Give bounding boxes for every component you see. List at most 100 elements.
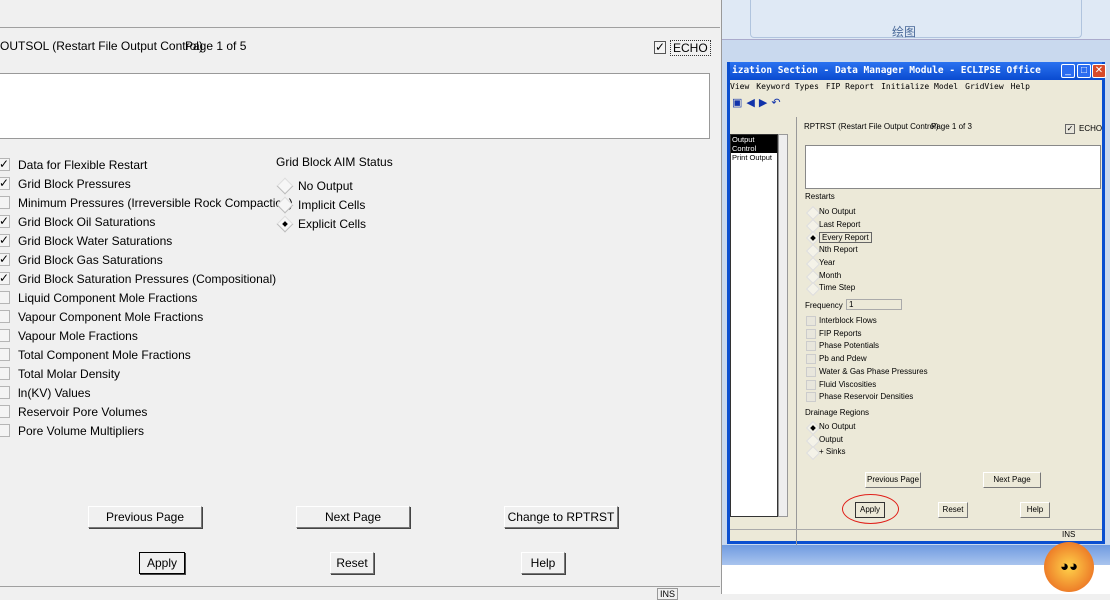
option-label[interactable]: Total Component Mole Fractions	[18, 348, 191, 362]
option-checkbox[interactable]: ✓	[0, 215, 10, 228]
menu-item[interactable]: Initialize Model	[881, 82, 958, 91]
option-checkbox[interactable]	[0, 367, 10, 380]
rptrst-reset-button[interactable]: Reset	[938, 502, 968, 518]
rptrst-check-label[interactable]: Phase Potentials	[819, 341, 879, 350]
option-label[interactable]: Vapour Mole Fractions	[18, 329, 138, 343]
option-label[interactable]: Reservoir Pore Volumes	[18, 405, 147, 419]
echo-label[interactable]: ECHO	[670, 40, 711, 56]
help-button[interactable]: Help	[521, 552, 565, 574]
rptrst-checkbox[interactable]	[806, 379, 816, 390]
comment-textarea[interactable]	[0, 73, 710, 139]
aim-radio[interactable]	[276, 177, 294, 195]
rptrst-next-page-button[interactable]: Next Page	[983, 472, 1041, 488]
option-label[interactable]: Grid Block Gas Saturations	[18, 253, 163, 267]
rptrst-echo-checkbox[interactable]: ✓	[1065, 124, 1075, 134]
frequency-input[interactable]: 1	[846, 299, 902, 310]
aim-option-label[interactable]: Implicit Cells	[298, 198, 365, 212]
option-checkbox[interactable]	[0, 348, 10, 361]
rptrst-check-label[interactable]: Interblock Flows	[819, 316, 877, 325]
aim-option-label[interactable]: No Output	[298, 179, 353, 193]
restart-option-label[interactable]: Last Report	[819, 220, 860, 229]
restart-option-label[interactable]: No Output	[819, 207, 855, 216]
menu-item[interactable]: Keyword Types	[756, 82, 819, 91]
next-page-button[interactable]: Next Page	[296, 506, 410, 528]
rptrst-help-button[interactable]: Help	[1020, 502, 1050, 518]
restart-option-label[interactable]: Month	[819, 271, 841, 280]
drainage-option-label[interactable]: No Output	[819, 422, 855, 431]
change-to-rptrst-button[interactable]: Change to RPTRST	[504, 506, 618, 528]
rptrst-check-label[interactable]: Pb and Pdew	[819, 354, 867, 363]
rptrst-check-label[interactable]: FIP Reports	[819, 329, 862, 338]
rptrst-checkbox[interactable]	[806, 341, 816, 352]
menu-item[interactable]: FIP Report	[826, 82, 874, 91]
option-label[interactable]: Minimum Pressures (Irreversible Rock Com…	[18, 196, 293, 210]
option-label[interactable]: Data for Flexible Restart	[18, 158, 147, 172]
option-label[interactable]: Pore Volume Multipliers	[18, 424, 144, 438]
option-label[interactable]: Grid Block Water Saturations	[18, 234, 172, 248]
restart-option-label[interactable]: Year	[819, 258, 835, 267]
option-label[interactable]: Grid Block Pressures	[18, 177, 131, 191]
maximize-button[interactable]: □	[1077, 64, 1091, 78]
tree-scrollbar[interactable]	[778, 134, 788, 517]
restart-option-label[interactable]: Every Report	[819, 232, 872, 244]
rptrst-check-label[interactable]: Fluid Viscosities	[819, 380, 876, 389]
option-checkbox[interactable]	[0, 329, 10, 342]
apply-button[interactable]: Apply	[139, 552, 185, 574]
option-checkbox[interactable]	[0, 291, 10, 304]
echo-checkbox[interactable]: ✓	[654, 41, 666, 54]
option-checkbox[interactable]	[0, 196, 10, 209]
drainage-radio[interactable]	[805, 446, 821, 461]
option-checkbox[interactable]	[0, 310, 10, 323]
menu-item[interactable]: Help	[1011, 82, 1030, 91]
restart-radio[interactable]	[805, 256, 821, 271]
option-label[interactable]: Grid Block Oil Saturations	[18, 215, 155, 229]
monitor-icon[interactable]: ▣	[732, 97, 746, 109]
drainage-option-label[interactable]: + Sinks	[819, 447, 845, 456]
forward-arrow-icon[interactable]: ▶	[759, 97, 771, 109]
option-checkbox[interactable]: ✓	[0, 234, 10, 247]
undo-icon[interactable]: ↶	[771, 97, 784, 109]
rptrst-comment[interactable]	[805, 145, 1101, 189]
ribbon: 绘图	[722, 0, 1110, 40]
option-label[interactable]: ln(KV) Values	[18, 386, 90, 400]
aim-option-label[interactable]: Explicit Cells	[298, 217, 366, 231]
option-checkbox[interactable]	[0, 405, 10, 418]
aim-radio[interactable]	[276, 215, 294, 233]
option-checkbox[interactable]	[0, 386, 10, 399]
previous-page-button[interactable]: Previous Page	[88, 506, 202, 528]
option-checkbox[interactable]: ✓	[0, 272, 10, 285]
page-indicator: Page 1 of 5	[185, 39, 247, 53]
option-label[interactable]: Vapour Component Mole Fractions	[18, 310, 203, 324]
tree-view[interactable]: Output Control Print Output	[730, 134, 778, 517]
menu-item[interactable]: GridView	[965, 82, 1004, 91]
rptrst-previous-page-button[interactable]: Previous Page	[865, 472, 921, 488]
option-label[interactable]: Liquid Component Mole Fractions	[18, 291, 197, 305]
tree-item[interactable]: Output Control	[731, 135, 777, 153]
restart-radio[interactable]	[805, 282, 821, 297]
minimize-button[interactable]: _	[1061, 64, 1075, 78]
panel-title: OUTSOL (Restart File Output Control)	[0, 39, 203, 53]
option-checkbox[interactable]: ✓	[0, 177, 10, 190]
rptrst-checkbox[interactable]	[806, 328, 816, 339]
rptrst-checkbox[interactable]	[806, 354, 816, 365]
rptrst-check-label[interactable]: Phase Reservoir Densities	[819, 392, 913, 401]
reset-button[interactable]: Reset	[330, 552, 374, 574]
option-label[interactable]: Grid Block Saturation Pressures (Composi…	[18, 272, 276, 286]
rptrst-checkbox[interactable]	[806, 316, 816, 326]
rptrst-check-label[interactable]: Water & Gas Phase Pressures	[819, 367, 928, 376]
drainage-option-label[interactable]: Output	[819, 435, 843, 444]
rptrst-checkbox[interactable]	[806, 392, 816, 403]
restart-option-label[interactable]: Time Step	[819, 283, 855, 292]
eclipse-office-window: ization Section - Data Manager Module - …	[727, 62, 1106, 553]
restart-option-label[interactable]: Nth Report	[819, 245, 858, 254]
ins-indicator: INS	[657, 588, 679, 600]
option-checkbox[interactable]: ✓	[0, 158, 10, 171]
option-checkbox[interactable]	[0, 424, 10, 437]
option-label[interactable]: Total Molar Density	[18, 367, 120, 381]
menu-item[interactable]: View	[730, 82, 749, 91]
tree-item[interactable]: Print Output	[731, 153, 777, 162]
rptrst-checkbox[interactable]	[806, 366, 816, 377]
back-arrow-icon[interactable]: ◀	[746, 97, 758, 109]
close-button[interactable]: ✕	[1092, 64, 1106, 78]
option-checkbox[interactable]: ✓	[0, 253, 10, 266]
